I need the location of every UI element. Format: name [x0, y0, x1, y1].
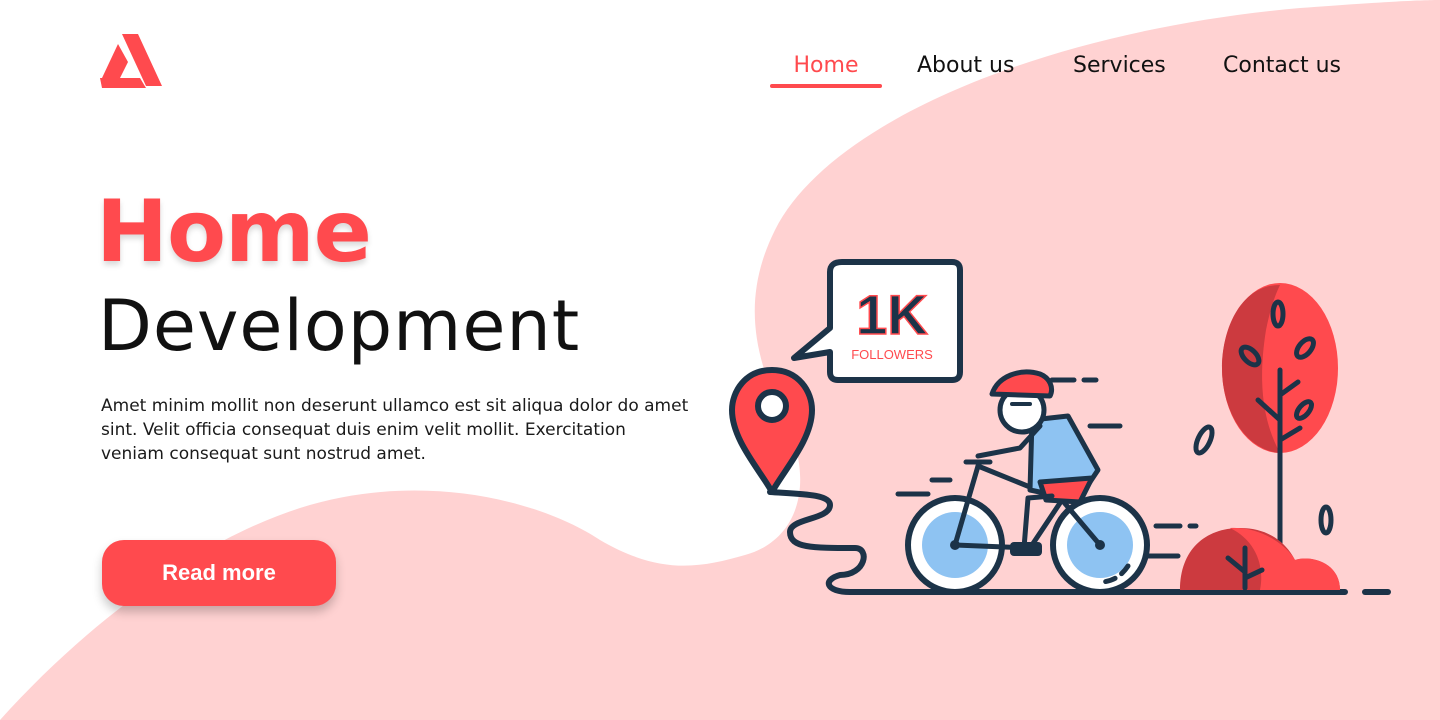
- nav-item-contact-us[interactable]: Contact us: [1223, 48, 1341, 88]
- followers-speech-bubble: 1K FOLLOWERS: [791, 259, 963, 383]
- nav-item-home[interactable]: Home: [770, 48, 882, 88]
- bush-icon: [1180, 527, 1340, 591]
- hero-subtitle: Development: [98, 285, 581, 367]
- followers-label: FOLLOWERS: [851, 347, 933, 362]
- nav-item-label: Services: [1073, 53, 1166, 78]
- nav-item-services[interactable]: Services: [1073, 48, 1166, 88]
- nav-item-label: Contact us: [1223, 53, 1341, 78]
- read-more-button[interactable]: Read more: [102, 540, 336, 606]
- main-nav: Home About us Services Contact us: [770, 48, 1370, 88]
- landing-page: Home About us Services Contact us Home D…: [0, 0, 1440, 720]
- active-nav-underline: [770, 84, 882, 88]
- brand-logo-icon[interactable]: [100, 34, 162, 90]
- cyclist-illustration: 1K FOLLOWERS: [729, 259, 1391, 595]
- hero-title: Home: [96, 182, 372, 282]
- nav-item-about-us[interactable]: About us: [917, 48, 1014, 88]
- nav-item-label: About us: [917, 53, 1015, 78]
- followers-count: 1K: [856, 283, 928, 346]
- location-pin-icon: [729, 367, 815, 495]
- hero-description: Amet minim mollit non deserunt ullamco e…: [101, 396, 689, 464]
- nav-item-label: Home: [793, 53, 859, 78]
